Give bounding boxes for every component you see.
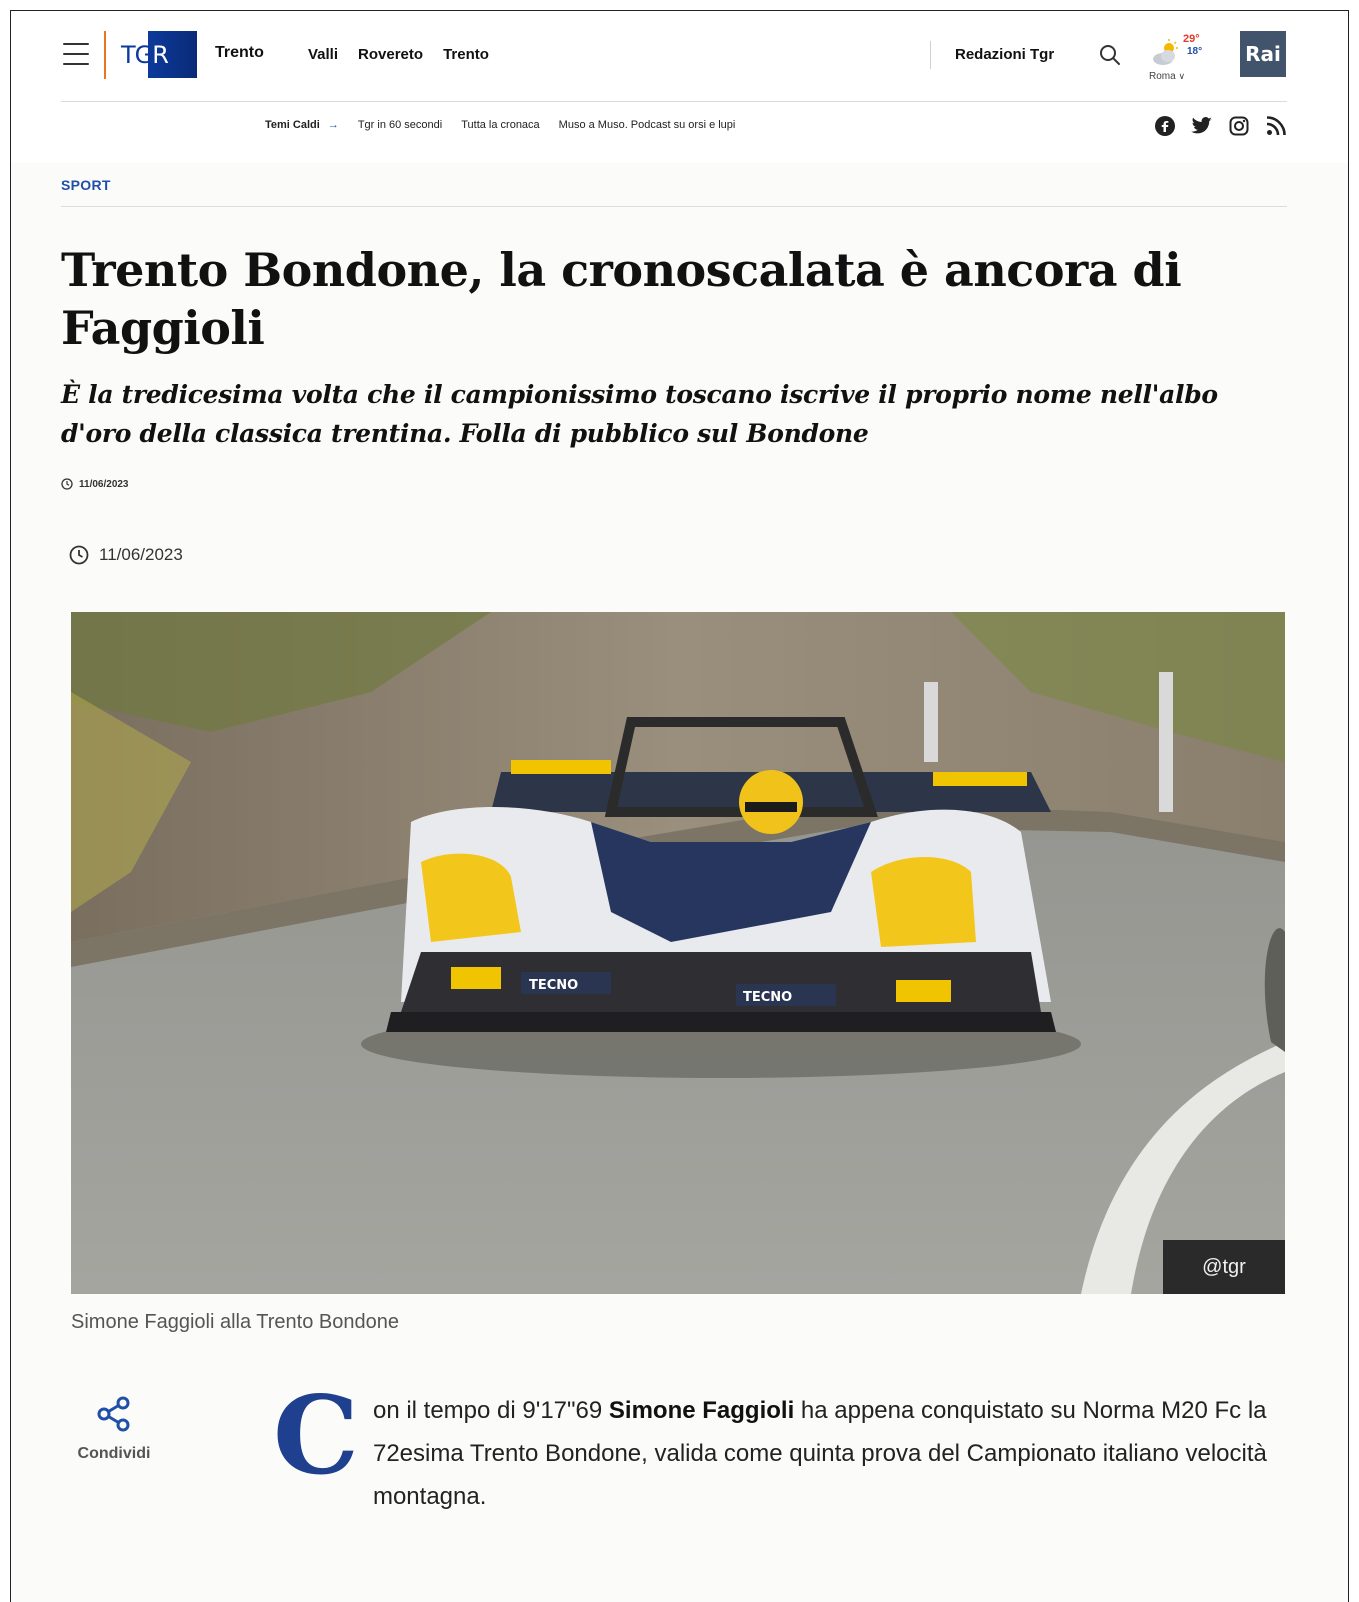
clock-icon xyxy=(69,545,89,565)
rss-icon[interactable] xyxy=(1265,115,1287,137)
share-icon xyxy=(97,1396,130,1432)
article-body: Con il tempo di 9'17"69 Simone Faggioli … xyxy=(273,1373,1267,1510)
main-nav: Valli Rovereto Trento xyxy=(308,46,489,63)
rai-logo[interactable]: Rai xyxy=(1240,31,1286,77)
facebook-icon[interactable] xyxy=(1154,115,1176,137)
subnav-link-cronaca[interactable]: Tutta la cronaca xyxy=(461,119,539,131)
subnav-link-60-secondi[interactable]: Tgr in 60 secondi xyxy=(358,119,442,131)
photo-caption: Simone Faggioli alla Trento Bondone xyxy=(71,1311,399,1333)
page: TG R Trento Valli Rovereto Trento Redazio… xyxy=(10,10,1349,1602)
hot-topics-label[interactable]: Temi Caldi → xyxy=(265,119,339,131)
clock-icon xyxy=(61,478,73,490)
social-links xyxy=(1154,115,1287,137)
publish-date: 11/06/2023 xyxy=(69,545,183,565)
menu-icon[interactable] xyxy=(63,43,89,65)
weather-city[interactable]: Roma ∨ xyxy=(1149,71,1185,82)
photo-credit: @tgr xyxy=(1163,1240,1285,1294)
article-title: Trento Bondone, la cronoscalata è ancora… xyxy=(61,243,1182,355)
svg-text:TECNO: TECNO xyxy=(529,978,578,993)
tgr-logo[interactable]: TG R xyxy=(115,31,197,78)
twitter-icon[interactable] xyxy=(1191,115,1213,137)
arrow-right-icon: → xyxy=(327,119,339,131)
logo-divider xyxy=(104,31,106,79)
athlete-name: Simone Faggioli xyxy=(608,1397,795,1424)
instagram-icon[interactable] xyxy=(1228,115,1250,137)
temperature-high: 29° xyxy=(1183,33,1200,45)
subnav-link-podcast[interactable]: Muso a Muso. Podcast su orsi e lupi xyxy=(559,119,736,131)
article-subtitle: È la tredicesima volta che il campioniss… xyxy=(61,380,1218,448)
article-photo[interactable]: TECNO TECNO @tgr xyxy=(71,612,1285,1294)
nav-item-trento[interactable]: Trento xyxy=(443,46,489,63)
site-name[interactable]: Trento xyxy=(215,44,264,62)
temperature-low: 18° xyxy=(1187,46,1203,57)
sub-nav: Temi Caldi → Tgr in 60 secondi Tutta la … xyxy=(265,119,735,131)
nav-item-rovereto[interactable]: Rovereto xyxy=(358,46,423,63)
share-button[interactable]: Condividi xyxy=(71,1395,157,1463)
share-label: Condividi xyxy=(77,1445,151,1462)
chevron-down-icon: ∨ xyxy=(1178,71,1186,81)
redazioni-button[interactable]: Redazioni Tgr xyxy=(955,46,1054,63)
partly-cloudy-icon xyxy=(1153,39,1178,65)
section-divider xyxy=(61,206,1287,207)
svg-text:TECNO: TECNO xyxy=(743,990,792,1005)
section-label[interactable]: SPORT xyxy=(61,177,111,193)
publish-date-small: 11/06/2023 xyxy=(61,478,129,490)
search-icon[interactable] xyxy=(1099,44,1121,66)
header-divider xyxy=(930,41,931,69)
drop-cap: C xyxy=(273,1373,359,1499)
header-divider-line xyxy=(61,101,1287,102)
nav-item-valli[interactable]: Valli xyxy=(308,46,338,63)
race-car-photo: TECNO TECNO xyxy=(71,612,1285,1294)
weather-widget[interactable]: 29° 18° Roma ∨ xyxy=(1149,33,1219,85)
site-header: TG R Trento Valli Rovereto Trento Redazio… xyxy=(11,11,1348,163)
